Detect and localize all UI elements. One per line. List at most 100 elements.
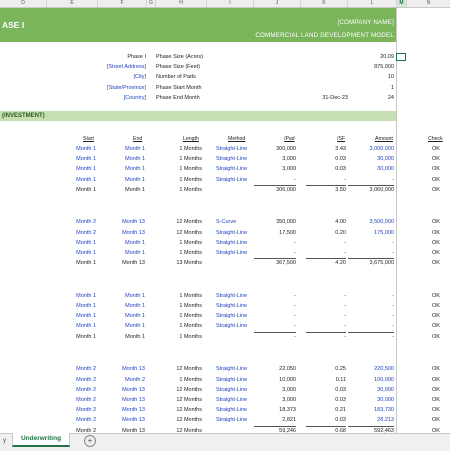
info-label[interactable]: [State/Province] bbox=[96, 84, 146, 92]
row-per-sf[interactable]: - bbox=[306, 239, 346, 247]
row-method[interactable]: Straight-Line bbox=[216, 365, 256, 373]
info-date[interactable]: 31-Dec-23 bbox=[300, 94, 348, 102]
row-method[interactable]: Straight-Line bbox=[216, 406, 256, 414]
row-per-sf[interactable]: 0.03 bbox=[306, 416, 346, 424]
column-header-i[interactable]: I bbox=[207, 0, 254, 7]
row-amount[interactable]: 3,675,000 bbox=[348, 259, 394, 267]
row-length[interactable]: 1 Months bbox=[160, 333, 202, 341]
info-key[interactable]: Phase Size (Feet) bbox=[156, 63, 246, 71]
row-length[interactable]: 1 Months bbox=[160, 322, 202, 330]
row-amount[interactable]: - bbox=[348, 302, 394, 310]
row-check[interactable]: OK bbox=[428, 396, 444, 404]
row-amount[interactable]: - bbox=[348, 312, 394, 320]
row-per-sf[interactable]: 0.25 bbox=[306, 365, 346, 373]
row-start[interactable]: Month 2 bbox=[60, 218, 96, 226]
info-value[interactable]: 875,000 bbox=[348, 63, 394, 71]
row-check[interactable]: OK bbox=[428, 376, 444, 384]
row-end[interactable]: Month 1 bbox=[108, 312, 145, 320]
row-length[interactable]: 1 Months bbox=[160, 176, 202, 184]
row-per-pad[interactable]: 300,000 bbox=[254, 145, 296, 153]
row-amount[interactable]: 220,500 bbox=[348, 365, 394, 373]
row-check[interactable]: OK bbox=[428, 259, 444, 267]
column-header-k[interactable]: K bbox=[301, 0, 348, 7]
row-per-pad[interactable]: 3,000 bbox=[254, 155, 296, 163]
info-label[interactable]: [City] bbox=[96, 73, 146, 81]
info-label[interactable]: [Country] bbox=[96, 94, 146, 102]
row-check[interactable]: OK bbox=[428, 322, 444, 330]
row-per-pad[interactable]: 10,000 bbox=[254, 376, 296, 384]
row-start[interactable]: Month 1 bbox=[60, 186, 96, 194]
row-per-pad[interactable]: 2,821 bbox=[254, 416, 296, 424]
row-end[interactable]: Month 1 bbox=[108, 333, 145, 341]
row-amount[interactable]: 30,000 bbox=[348, 155, 394, 163]
row-method[interactable]: Straight-Line bbox=[216, 155, 256, 163]
column-header-l[interactable]: L bbox=[348, 0, 397, 7]
row-end[interactable]: Month 1 bbox=[108, 176, 145, 184]
row-per-pad[interactable]: 3,000 bbox=[254, 165, 296, 173]
row-amount[interactable]: - bbox=[348, 333, 394, 341]
row-amount[interactable]: 3,060,000 bbox=[348, 186, 394, 194]
column-header-e[interactable]: E bbox=[47, 0, 98, 7]
row-start[interactable]: Month 2 bbox=[60, 396, 96, 404]
row-end[interactable]: Month 13 bbox=[108, 396, 145, 404]
row-amount[interactable]: 30,000 bbox=[348, 386, 394, 394]
row-length[interactable]: 13 Months bbox=[160, 259, 202, 267]
row-per-sf[interactable]: 4.20 bbox=[306, 259, 346, 267]
row-per-pad[interactable]: 3,000 bbox=[254, 386, 296, 394]
row-end[interactable]: Month 1 bbox=[108, 249, 145, 257]
row-method[interactable]: Straight-Line bbox=[216, 376, 256, 384]
row-check[interactable]: OK bbox=[428, 302, 444, 310]
sheet-tab-previous[interactable]: y bbox=[0, 435, 9, 447]
row-check[interactable]: OK bbox=[428, 365, 444, 373]
row-length[interactable]: 12 Months bbox=[160, 365, 202, 373]
column-header-j[interactable]: J bbox=[254, 0, 301, 7]
column-header-f[interactable]: F bbox=[98, 0, 147, 7]
row-length[interactable]: 1 Months bbox=[160, 155, 202, 163]
row-start[interactable]: Month 1 bbox=[60, 165, 96, 173]
row-per-pad[interactable]: 18,373 bbox=[254, 406, 296, 414]
row-per-sf[interactable]: - bbox=[306, 322, 346, 330]
row-length[interactable]: 1 Months bbox=[160, 165, 202, 173]
row-per-sf[interactable]: 3.50 bbox=[306, 186, 346, 194]
row-method[interactable]: Straight-Line bbox=[216, 322, 256, 330]
row-per-sf[interactable]: 0.03 bbox=[306, 155, 346, 163]
row-method[interactable]: Straight-Line bbox=[216, 302, 256, 310]
row-start[interactable]: Month 2 bbox=[60, 406, 96, 414]
row-end[interactable]: Month 1 bbox=[108, 186, 145, 194]
row-amount[interactable]: 30,000 bbox=[348, 165, 394, 173]
row-length[interactable]: 12 Months bbox=[160, 396, 202, 404]
row-method[interactable]: Straight-Line bbox=[216, 165, 256, 173]
row-start[interactable]: Month 1 bbox=[60, 292, 96, 300]
row-per-pad[interactable]: - bbox=[254, 322, 296, 330]
row-check[interactable]: OK bbox=[428, 416, 444, 424]
row-start[interactable]: Month 1 bbox=[60, 155, 96, 163]
row-per-sf[interactable]: 0.03 bbox=[306, 396, 346, 404]
row-check[interactable]: OK bbox=[428, 176, 444, 184]
row-start[interactable]: Month 2 bbox=[60, 386, 96, 394]
row-check[interactable]: OK bbox=[428, 218, 444, 226]
row-per-pad[interactable]: - bbox=[254, 292, 296, 300]
row-per-pad[interactable]: - bbox=[254, 312, 296, 320]
row-length[interactable]: 1 Months bbox=[160, 249, 202, 257]
row-per-pad[interactable]: 367,500 bbox=[254, 259, 296, 267]
row-per-sf[interactable]: - bbox=[306, 333, 346, 341]
row-start[interactable]: Month 1 bbox=[60, 259, 96, 267]
info-key[interactable]: Phase Size (Acres) bbox=[156, 53, 246, 61]
column-header-g[interactable]: G bbox=[147, 0, 156, 7]
row-check[interactable]: OK bbox=[428, 386, 444, 394]
row-start[interactable]: Month 2 bbox=[60, 416, 96, 424]
row-per-sf[interactable]: - bbox=[306, 292, 346, 300]
row-per-sf[interactable]: 0.11 bbox=[306, 376, 346, 384]
row-amount[interactable]: 175,000 bbox=[348, 229, 394, 237]
row-method[interactable]: Straight-Line bbox=[216, 386, 256, 394]
row-end[interactable]: Month 1 bbox=[108, 322, 145, 330]
row-per-sf[interactable]: 0.20 bbox=[306, 229, 346, 237]
row-check[interactable]: OK bbox=[428, 333, 444, 341]
row-start[interactable]: Month 1 bbox=[60, 145, 96, 153]
row-end[interactable]: Month 13 bbox=[108, 386, 145, 394]
row-per-pad[interactable]: - bbox=[254, 302, 296, 310]
row-per-pad[interactable]: - bbox=[254, 176, 296, 184]
row-check[interactable]: OK bbox=[428, 145, 444, 153]
row-end[interactable]: Month 13 bbox=[108, 259, 145, 267]
row-per-sf[interactable]: 0.21 bbox=[306, 406, 346, 414]
